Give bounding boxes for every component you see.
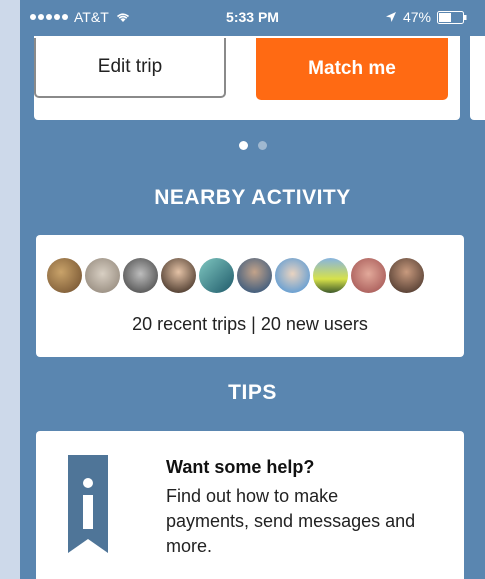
battery-icon (437, 10, 467, 24)
match-me-button[interactable]: Match me (256, 38, 448, 100)
page-indicator[interactable] (20, 141, 485, 150)
nearby-activity-card[interactable] (36, 235, 464, 357)
tips-title: TIPS (228, 381, 277, 404)
tips-heading: Want some help? (166, 457, 315, 477)
avatar[interactable] (161, 258, 196, 293)
status-bar: AT&T 5:33 PM 47% (20, 0, 485, 36)
avatar[interactable] (85, 258, 120, 293)
avatar[interactable] (123, 258, 158, 293)
status-right: 47% (385, 9, 467, 25)
avatar[interactable] (47, 258, 82, 293)
avatar-row (47, 258, 424, 293)
location-arrow-icon (385, 12, 396, 22)
activity-summary: 20 recent trips | 20 new users (132, 314, 368, 334)
next-card-peek[interactable] (470, 36, 485, 120)
info-bookmark-icon (68, 455, 108, 553)
page-dot-1[interactable] (238, 141, 248, 150)
avatar[interactable] (351, 258, 386, 293)
avatar[interactable] (199, 258, 234, 293)
tips-body: Find out how to make payments, send mess… (166, 486, 416, 556)
avatar[interactable] (275, 258, 310, 293)
page-dot-2[interactable] (257, 141, 267, 150)
edit-trip-button[interactable]: Edit trip (34, 38, 226, 98)
avatar[interactable] (237, 258, 272, 293)
app-screen: AT&T 5:33 PM 47% Edit trip Match me NEAR… (20, 0, 485, 579)
nearby-activity-title: NEARBY ACTIVITY (154, 186, 351, 209)
avatar[interactable] (389, 258, 424, 293)
avatar[interactable] (313, 258, 348, 293)
battery-percent: 47% (402, 9, 431, 25)
